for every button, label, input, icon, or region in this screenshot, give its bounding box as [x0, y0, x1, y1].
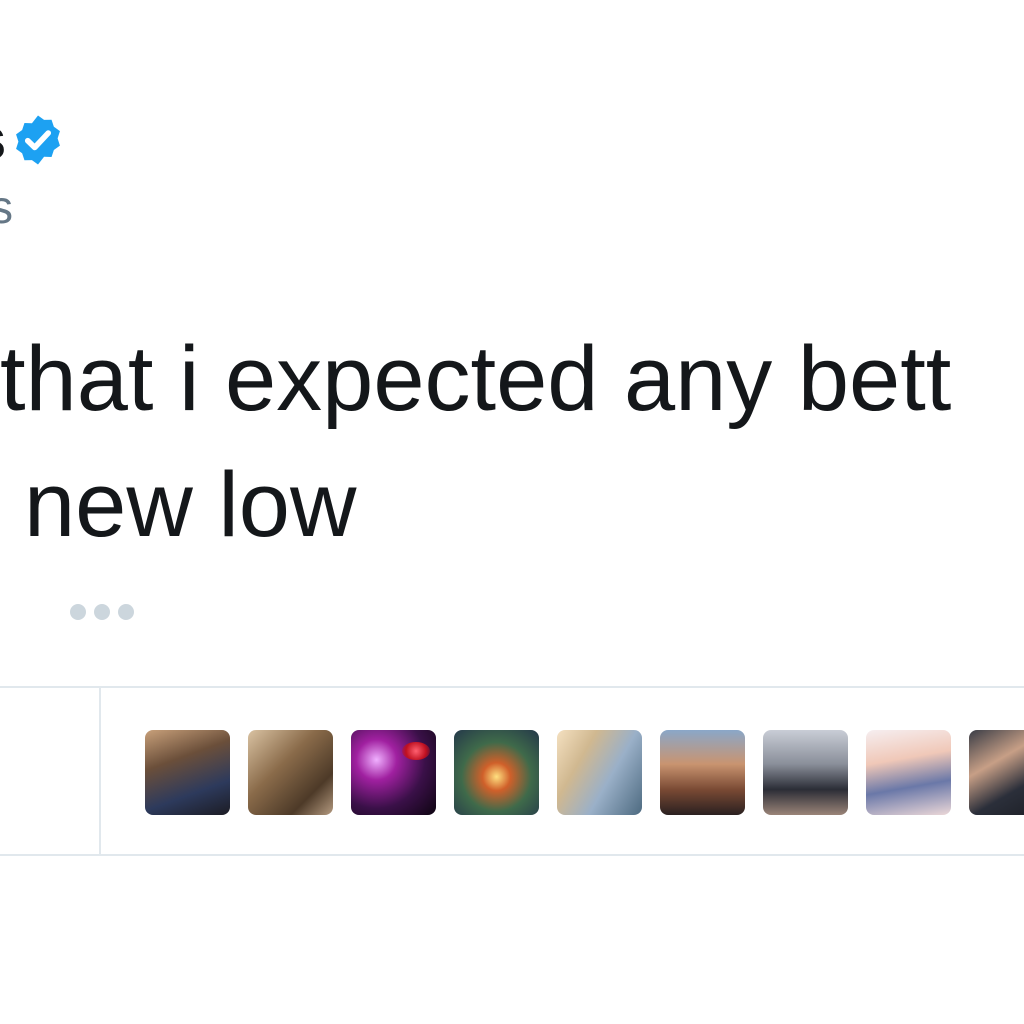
user-avatar[interactable] [660, 730, 745, 815]
more-dot [70, 604, 86, 620]
user-avatar[interactable] [763, 730, 848, 815]
tweet-page: s s that i expected any bett new low [0, 0, 1024, 1024]
author-name[interactable]: s [0, 111, 6, 169]
liked-by-avatars [145, 730, 1024, 815]
user-avatar[interactable] [866, 730, 951, 815]
user-avatar[interactable] [248, 730, 333, 815]
engagement-bar [0, 686, 1024, 856]
more-dot [94, 604, 110, 620]
verified-badge-icon [16, 115, 61, 165]
user-avatar[interactable] [557, 730, 642, 815]
user-avatar[interactable] [454, 730, 539, 815]
author-name-row[interactable]: s [0, 108, 66, 172]
tweet-text: that i expected any bett new low [0, 316, 1024, 568]
author-handle[interactable]: s [0, 184, 13, 230]
more-dots-icon[interactable] [70, 604, 134, 620]
user-avatar[interactable] [351, 730, 436, 815]
tweet-text-line: new low [24, 454, 357, 556]
tweet-text-line: that i expected any bett [0, 328, 952, 430]
user-avatar[interactable] [969, 730, 1024, 815]
stats-divider [99, 688, 101, 854]
user-avatar[interactable] [145, 730, 230, 815]
more-dot [118, 604, 134, 620]
